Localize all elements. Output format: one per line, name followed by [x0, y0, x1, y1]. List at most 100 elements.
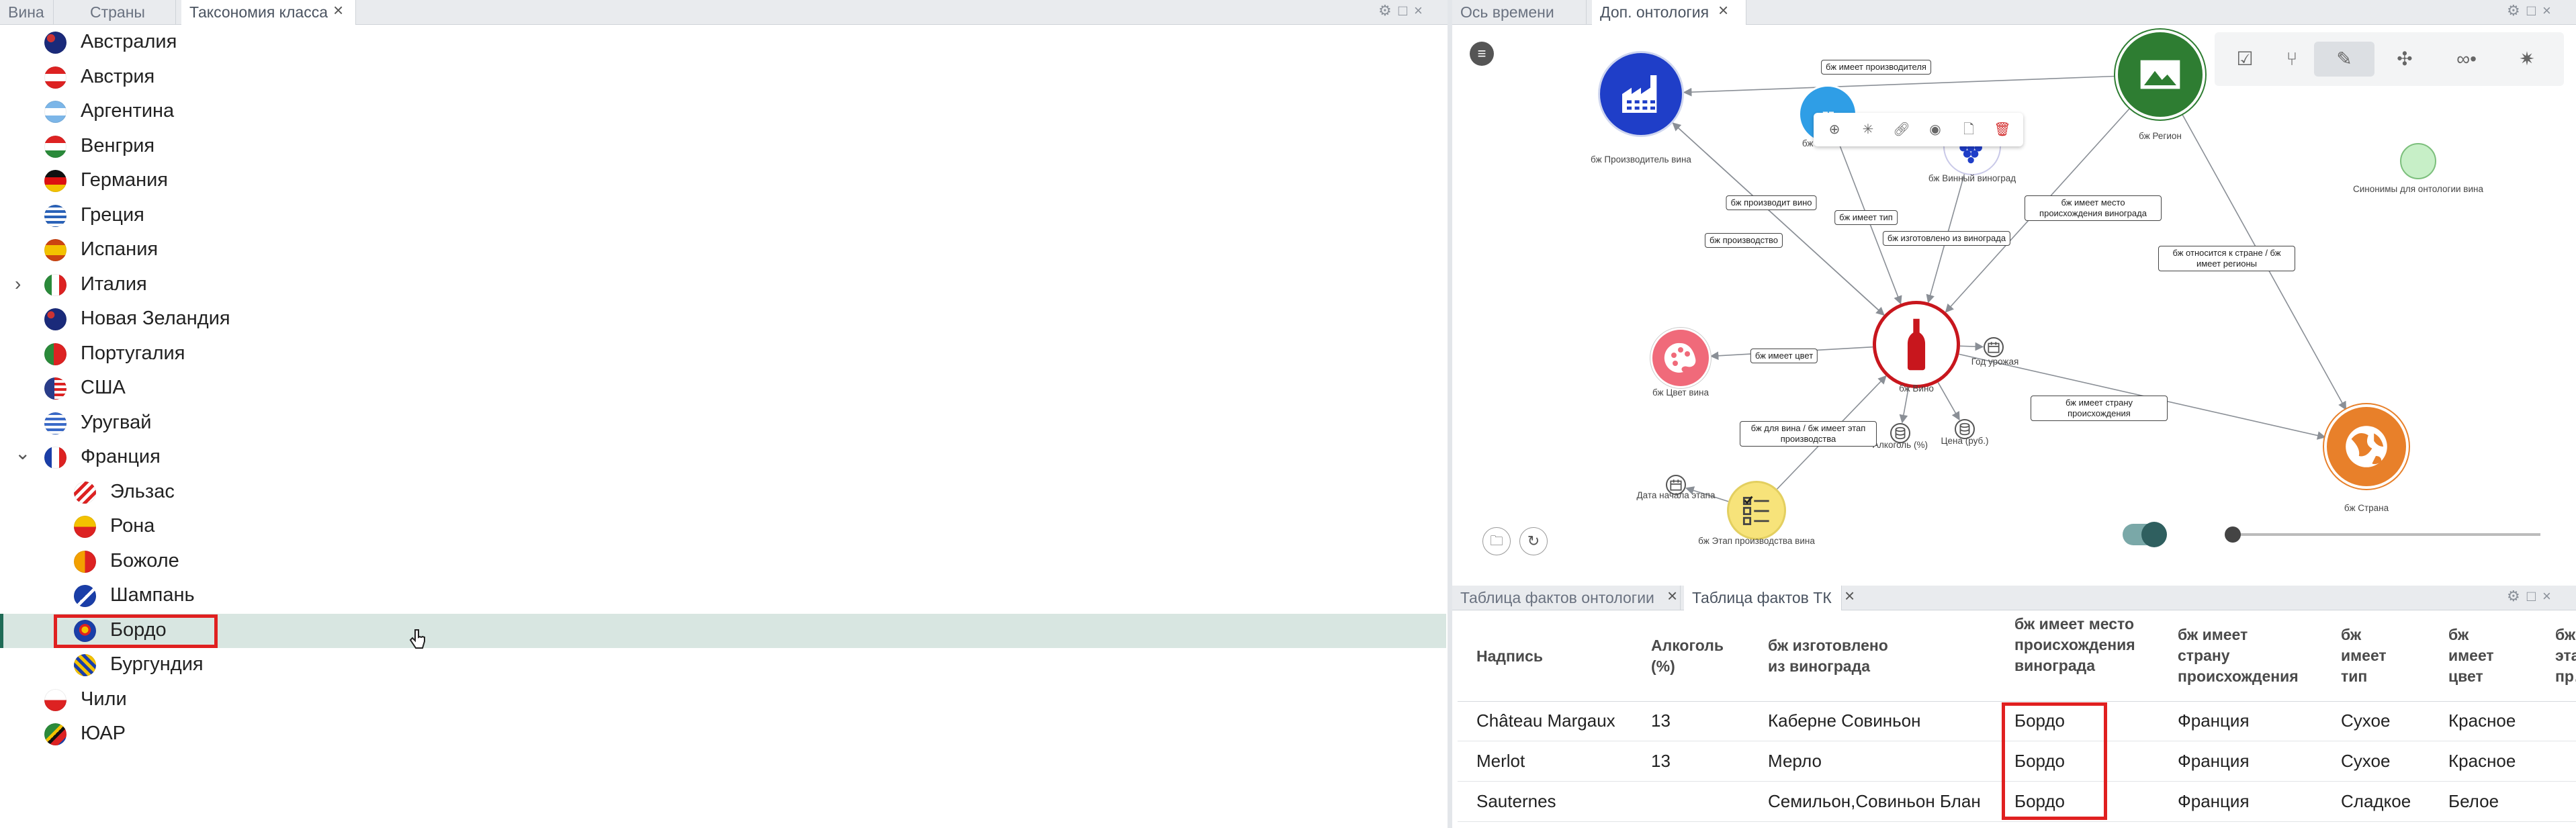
tree-item[interactable]: Новая Зеландия [0, 302, 1446, 336]
table-cell[interactable]: Франция [2178, 710, 2250, 731]
factory-icon[interactable] [1598, 51, 1684, 137]
tree-item[interactable]: Португалия [0, 337, 1446, 371]
table-cell[interactable]: Сухое [2341, 751, 2390, 772]
table-cell[interactable]: Белое [2448, 791, 2499, 812]
col-header[interactable]: бж изготовлено из винограда [1768, 635, 1909, 677]
tree-item[interactable]: Божоле [0, 545, 1446, 579]
table-cell[interactable]: Сухое [2341, 710, 2390, 731]
tree-item[interactable]: Рона [0, 510, 1446, 544]
close-icon[interactable]: × [333, 0, 343, 21]
graph-edge[interactable] [1959, 342, 1984, 351]
edge-label[interactable]: бж изготовлено из винограда [1882, 231, 2011, 246]
folder-button[interactable]: 🗀 [1482, 527, 1511, 555]
slider-thumb[interactable] [2225, 526, 2241, 543]
col-header[interactable]: бж имеет страну происхождения [2178, 625, 2299, 687]
edge-label[interactable]: бж имеет производителя [1821, 60, 1931, 75]
gear-icon[interactable]: ⚙ [2507, 588, 2527, 604]
tree-item[interactable]: Венгрия [0, 130, 1446, 164]
graph-edge[interactable] [1937, 382, 1960, 421]
edge-label[interactable]: бж производство [1704, 233, 1783, 248]
add-icon[interactable]: ⊕ [1823, 118, 1846, 141]
col-header[interactable]: Надпись [1476, 646, 1611, 667]
table-cell[interactable]: Франция [2178, 791, 2250, 812]
tree-item[interactable]: Чили [0, 683, 1446, 717]
tree-item[interactable]: ЮАР [0, 717, 1446, 751]
tree-item[interactable]: Германия [0, 164, 1446, 198]
close-icon[interactable]: × [1718, 0, 1728, 21]
table-cell[interactable]: Франция [2178, 751, 2250, 772]
chevron-right-icon[interactable]: › [15, 273, 21, 295]
tab-tk-facts[interactable]: Таблица фактов ТК [1684, 586, 1842, 610]
target-icon[interactable]: ◉ [1924, 118, 1947, 141]
table-cell[interactable]: Сладкое [2341, 791, 2411, 812]
landscape-icon[interactable] [2115, 30, 2205, 120]
graph-add-icon[interactable]: ⑂ [2262, 42, 2322, 77]
maximize-icon[interactable]: □ [2527, 588, 2542, 604]
tree-item[interactable]: Аргентина [0, 95, 1446, 129]
table-cell[interactable]: Семильон,Совиньон Блан [1768, 791, 1981, 812]
edge-label[interactable]: бж производит вино [1726, 195, 1817, 210]
glasses-icon[interactable]: ∞• [2436, 42, 2497, 77]
edge-label[interactable]: бж имеет тип [1834, 210, 1898, 225]
tree-item[interactable]: ⌄ Франция [0, 441, 1446, 475]
gear-icon[interactable]: ⚙ [1378, 2, 1398, 19]
graph-edge[interactable] [1683, 75, 2116, 97]
menu-icon[interactable]: ≡ [1470, 42, 1494, 66]
pencil-icon[interactable]: ✎ [2314, 42, 2374, 77]
edge-label[interactable]: бж имеет страну происхождения [2031, 396, 2168, 421]
delete-icon[interactable]: 🗑︎ [1991, 118, 2014, 141]
tree-item[interactable]: Эльзас [0, 475, 1446, 510]
table-cell[interactable]: Château Margaux [1476, 710, 1615, 731]
col-header[interactable]: бж имеет цвет [2448, 625, 2495, 687]
tab-countries[interactable]: Страны [82, 0, 176, 24]
col-header[interactable]: бж имеет тип [2341, 625, 2388, 687]
display-toggle[interactable] [2123, 522, 2167, 547]
checklist-icon[interactable] [1727, 481, 1786, 540]
table-cell[interactable]: Sauternes [1476, 791, 1556, 812]
close-icon[interactable]: × [2542, 588, 2558, 604]
table-cell[interactable]: Каберне Совиньон [1768, 710, 1920, 731]
edge-label[interactable]: бж для вина / бж имеет этап производства [1740, 421, 1877, 447]
tree-item[interactable]: Австралия [0, 26, 1446, 60]
tab-ontology-facts[interactable]: Таблица фактов онтологии [1452, 586, 1681, 610]
tree-item[interactable]: Шампань [0, 579, 1446, 613]
calendar-icon[interactable] [1984, 337, 2004, 357]
zoom-slider[interactable] [2225, 526, 2540, 543]
table-cell[interactable]: 13 [1651, 710, 1671, 731]
panel-divider[interactable] [1448, 0, 1452, 828]
col-header[interactable]: бж имеет место происхождения винограда [2014, 614, 2135, 676]
tree-item[interactable]: Испания [0, 233, 1446, 267]
table-cell[interactable]: 13 [1651, 751, 1671, 772]
tab-wines[interactable]: Вина [0, 0, 54, 24]
tree-item[interactable]: Уругвай [0, 406, 1446, 441]
edge-label[interactable]: бж имеет место происхождения винограда [2025, 195, 2162, 221]
move-icon[interactable]: ✣ [2374, 42, 2435, 77]
palette-icon[interactable] [1650, 328, 1711, 388]
close-icon[interactable]: × [1667, 586, 1677, 606]
close-icon[interactable]: × [2542, 2, 2558, 19]
link-icon[interactable]: 🔗︎ [1890, 118, 1913, 141]
tree-item[interactable]: Австрия [0, 60, 1446, 95]
table-cell[interactable]: Красное [2448, 751, 2516, 772]
close-icon[interactable]: × [1845, 586, 1855, 606]
close-icon[interactable]: × [1414, 2, 1429, 19]
refresh-button[interactable]: ↻ [1519, 527, 1548, 555]
layout-icon[interactable]: ✷ [2497, 42, 2557, 77]
chevron-down-icon[interactable]: ⌄ [15, 442, 30, 464]
wine-bottle-icon[interactable] [1873, 301, 1960, 388]
table-cell[interactable]: Красное [2448, 710, 2516, 731]
tab-timeline[interactable]: Ось времени [1452, 0, 1587, 24]
tree-item[interactable]: Бургундия [0, 648, 1446, 682]
tree-item[interactable]: Греция [0, 199, 1446, 233]
circle-icon[interactable] [2400, 143, 2436, 179]
maximize-icon[interactable]: □ [1398, 2, 1414, 19]
tree-item[interactable]: › Италия [0, 268, 1446, 302]
tab-class-taxonomy[interactable]: Таксономия класса [181, 0, 356, 25]
col-header[interactable]: бж эта… пр… [2555, 625, 2576, 687]
table-cell[interactable]: Мерло [1768, 751, 1822, 772]
document-icon[interactable]: 🗋 [1957, 118, 1980, 141]
col-header[interactable]: Алкоголь (%) [1651, 635, 1732, 677]
table-cell[interactable]: Merlot [1476, 751, 1525, 772]
globe-icon[interactable] [2324, 404, 2409, 489]
edge-label[interactable]: бж относится к стране / бж имеет регионы [2158, 246, 2295, 271]
